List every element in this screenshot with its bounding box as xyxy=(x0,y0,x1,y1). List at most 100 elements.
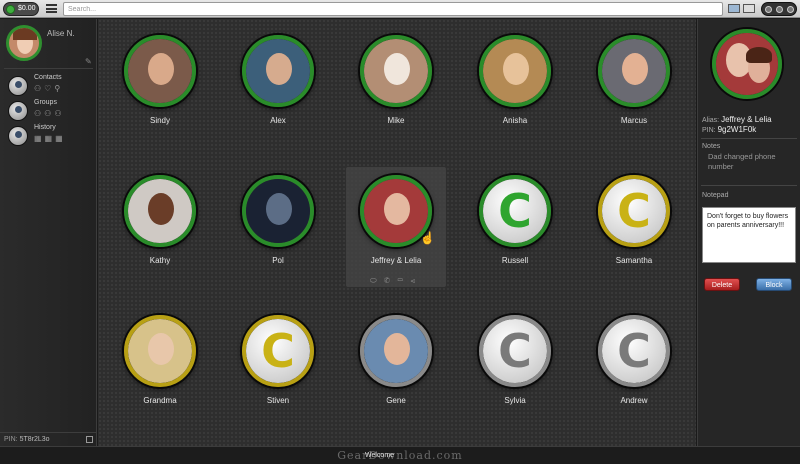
contact-avatar[interactable] xyxy=(360,35,432,107)
face-shape xyxy=(503,53,529,85)
hand-cursor-icon: ☝ xyxy=(420,231,435,245)
delete-button[interactable]: Delete xyxy=(704,278,740,291)
contact-photo xyxy=(128,179,192,243)
close-button[interactable] xyxy=(787,6,794,13)
contact-name: Andrew xyxy=(620,396,648,405)
contact-photo xyxy=(128,39,192,103)
user-avatar[interactable] xyxy=(6,25,42,61)
sidebar-item-contacts[interactable]: Contacts ⚇♡⚲ xyxy=(8,74,94,98)
menu-icon[interactable] xyxy=(46,4,57,13)
contact-avatar[interactable]: C xyxy=(479,175,551,247)
contact-avatar[interactable] xyxy=(124,35,196,107)
contact-card[interactable]: C Stiven xyxy=(228,307,328,427)
face-shape xyxy=(148,53,174,85)
contact-name: Marcus xyxy=(620,116,648,125)
divider xyxy=(701,138,797,139)
contact-card[interactable]: Sindy xyxy=(110,27,210,147)
contact-card[interactable]: C Andrew xyxy=(584,307,684,427)
notepad-field[interactable]: Don't forget to buy flowers on parents a… xyxy=(702,207,796,263)
contact-card[interactable]: Kathy xyxy=(110,167,210,287)
contact-card[interactable]: Alex xyxy=(228,27,328,147)
contact-name: Kathy xyxy=(149,256,171,265)
keyboard-icon[interactable] xyxy=(743,4,755,13)
contact-avatar[interactable]: C xyxy=(479,315,551,387)
contacts-actions-icon[interactable]: ⚇♡⚲ xyxy=(34,84,63,93)
contact-card[interactable]: Gene xyxy=(346,307,446,427)
alias-label: Alias: xyxy=(702,117,720,124)
contact-name: Mike xyxy=(387,116,405,125)
contact-card[interactable]: Marcus xyxy=(584,27,684,147)
contact-card[interactable]: Grandma xyxy=(110,307,210,427)
contact-name: Stiven xyxy=(266,396,290,405)
face-shape xyxy=(384,333,410,365)
contact-avatar[interactable] xyxy=(598,35,670,107)
video-icon[interactable]: ▭ xyxy=(397,276,410,285)
sidebar-item-groups[interactable]: Groups ⚇⚇⚇ xyxy=(8,99,94,123)
contact-card[interactable]: C Sylvia xyxy=(465,307,565,427)
face-shape xyxy=(384,53,410,85)
phone-icon[interactable]: ✆ xyxy=(384,276,397,285)
contact-details-panel: Alias: Jeffrey & Lelia PIN: 9g2W1F0k Not… xyxy=(697,19,800,446)
balance-button[interactable]: $0.00 xyxy=(3,2,39,16)
contact-avatar[interactable] xyxy=(242,175,314,247)
minimize-button[interactable] xyxy=(765,6,772,13)
search-input[interactable] xyxy=(63,2,723,16)
pin-label: PIN: xyxy=(4,436,18,443)
contact-avatar[interactable] xyxy=(124,175,196,247)
divider xyxy=(701,185,797,186)
contact-card[interactable]: Pol xyxy=(228,167,328,287)
contact-avatar[interactable] xyxy=(242,35,314,107)
contact-photo xyxy=(602,39,666,103)
maximize-button[interactable] xyxy=(776,6,783,13)
contact-card[interactable]: Jeffrey & Lelia ☝ ⬭✆▭⋖ xyxy=(346,167,446,287)
block-button[interactable]: Block xyxy=(756,278,792,291)
contact-photo xyxy=(483,39,547,103)
chat-icon[interactable]: ⬭ xyxy=(370,276,384,285)
groups-actions-icon[interactable]: ⚇⚇⚇ xyxy=(34,109,65,118)
contact-avatar[interactable] xyxy=(124,315,196,387)
welcome-text: Welcome xyxy=(365,452,395,459)
contact-card[interactable]: Anisha xyxy=(465,27,565,147)
user-name: Alise N. xyxy=(47,29,75,38)
sidebar-item-history[interactable]: History ▦▦▦ xyxy=(8,124,94,148)
contact-photo xyxy=(364,179,428,243)
contact-name: Anisha xyxy=(502,116,528,125)
contact-avatar[interactable] xyxy=(360,315,432,387)
contact-photo xyxy=(246,179,310,243)
notepad-label: Notepad xyxy=(702,192,729,199)
contact-name: Gene xyxy=(386,396,406,405)
contact-card[interactable]: C Russell xyxy=(465,167,565,287)
notes-text[interactable]: Dad changed phone number xyxy=(708,152,794,172)
face-shape xyxy=(266,193,292,225)
edit-icon[interactable]: ✎ xyxy=(85,57,92,66)
alias-row: Alias: Jeffrey & Lelia xyxy=(702,115,772,124)
contact-avatar[interactable] xyxy=(479,35,551,107)
default-avatar-icon: C xyxy=(483,179,547,243)
status-bar: GearDownload.com Welcome xyxy=(0,446,800,464)
contact-avatar[interactable]: C xyxy=(598,175,670,247)
contact-grid: Sindy Alex Mike Anisha Marcus Kathy Pol Jeffrey… xyxy=(98,19,696,446)
contact-name: Jeffrey & Lelia xyxy=(370,256,422,265)
sidebar-item-label: Groups xyxy=(34,99,57,106)
contact-card[interactable]: Mike xyxy=(346,27,446,147)
pin-row: PIN: 9g2W1F0k xyxy=(702,125,756,134)
face-shape xyxy=(148,333,174,365)
calendar-icon[interactable]: ▦▦▦ xyxy=(34,134,66,143)
top-toolbar: $0.00 xyxy=(0,0,800,18)
contact-card[interactable]: C Samantha xyxy=(584,167,684,287)
copy-icon[interactable] xyxy=(86,436,93,443)
contact-name: Pol xyxy=(272,256,284,265)
sidebar-item-label: History xyxy=(34,124,56,131)
history-icon xyxy=(8,126,28,146)
share-icon[interactable]: ⋖ xyxy=(410,276,422,285)
pin-value: 9g2W1F0k xyxy=(717,125,757,134)
contact-name: Sylvia xyxy=(504,396,526,405)
contact-avatar[interactable]: C xyxy=(242,315,314,387)
pin-label: PIN: xyxy=(702,127,716,134)
default-avatar-icon: C xyxy=(602,179,666,243)
contact-avatar[interactable]: C xyxy=(598,315,670,387)
contact-name: Russell xyxy=(501,256,529,265)
watermark: GearDownload.com xyxy=(337,449,463,462)
view-icon[interactable] xyxy=(728,4,740,13)
pin-value: 5T8r2L3o xyxy=(19,436,50,443)
